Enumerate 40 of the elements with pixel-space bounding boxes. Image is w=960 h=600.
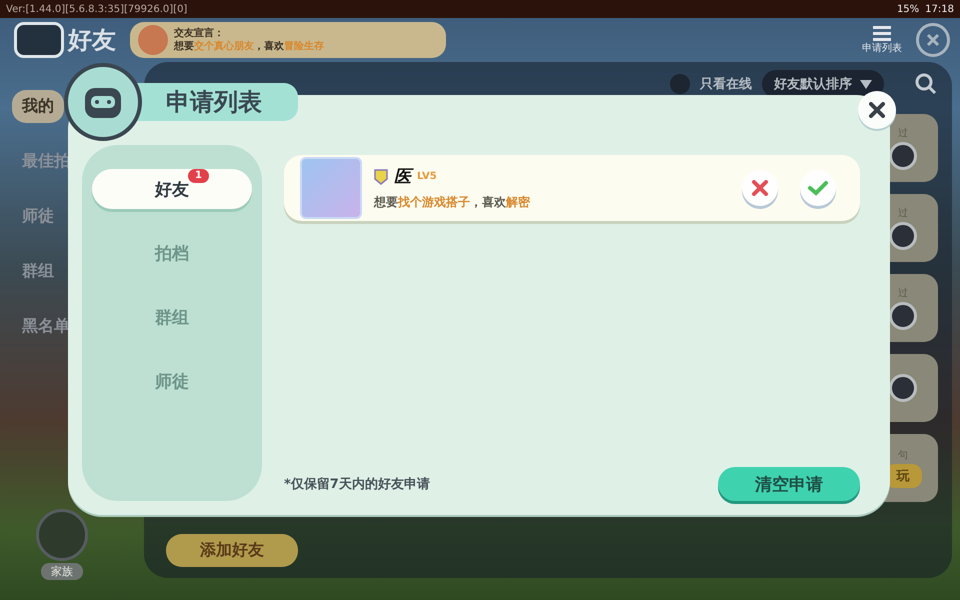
more-button[interactable] (889, 374, 917, 402)
tab[interactable]: 群组 (92, 297, 252, 337)
tab[interactable]: 拍档 (92, 233, 252, 273)
avatar-icon (138, 25, 168, 55)
logo-icon (14, 22, 64, 58)
page-title: 好友 (68, 25, 116, 56)
close-button[interactable] (858, 91, 896, 129)
check-icon (808, 180, 828, 196)
more-button[interactable] (889, 222, 917, 250)
count-badge: 1 (188, 169, 209, 183)
sidebar-item[interactable]: 群组 (12, 255, 64, 288)
close-icon (869, 102, 885, 118)
note-text: *仅保留7天内的好友申请 (284, 476, 430, 493)
reject-button[interactable] (742, 170, 778, 206)
tab[interactable]: 师徒 (92, 361, 252, 401)
level-label: LV5 (417, 171, 437, 182)
sidebar-item[interactable]: 师徒 (12, 200, 64, 233)
declaration-text: 想要交个真心朋友，喜欢冒险生存 (174, 40, 324, 53)
clear-requests-button[interactable]: 清空申请 (718, 467, 860, 501)
family-label: 家族 (41, 563, 83, 580)
battery-text: 15% (896, 4, 920, 14)
online-toggle[interactable] (670, 74, 690, 94)
cross-icon (752, 180, 768, 196)
declaration-label: 交友宣言： (174, 27, 225, 40)
close-icon[interactable] (916, 23, 950, 57)
more-button[interactable] (889, 302, 917, 330)
request-message: 想要找个游戏搭子，喜欢解密 (374, 194, 530, 211)
apply-list-button[interactable]: 申请列表 (862, 25, 902, 55)
photo-placeholder (300, 157, 362, 219)
sidebar-item[interactable]: 我的 (12, 90, 64, 123)
search-icon[interactable] (914, 72, 938, 96)
list-icon (872, 25, 892, 41)
tab[interactable]: 好友 1 (92, 169, 252, 209)
dialog-title: 申请列表 (166, 87, 262, 118)
add-friend-button[interactable]: 添加好友 (166, 534, 298, 566)
clock-text: 17:18 (925, 4, 954, 14)
version-text: Ver:[1.44.0][5.6.8.3:35][79926.0][0] (6, 4, 188, 14)
online-label: 只看在线 (700, 76, 752, 93)
caret-icon (860, 80, 872, 88)
more-button[interactable] (889, 142, 917, 170)
